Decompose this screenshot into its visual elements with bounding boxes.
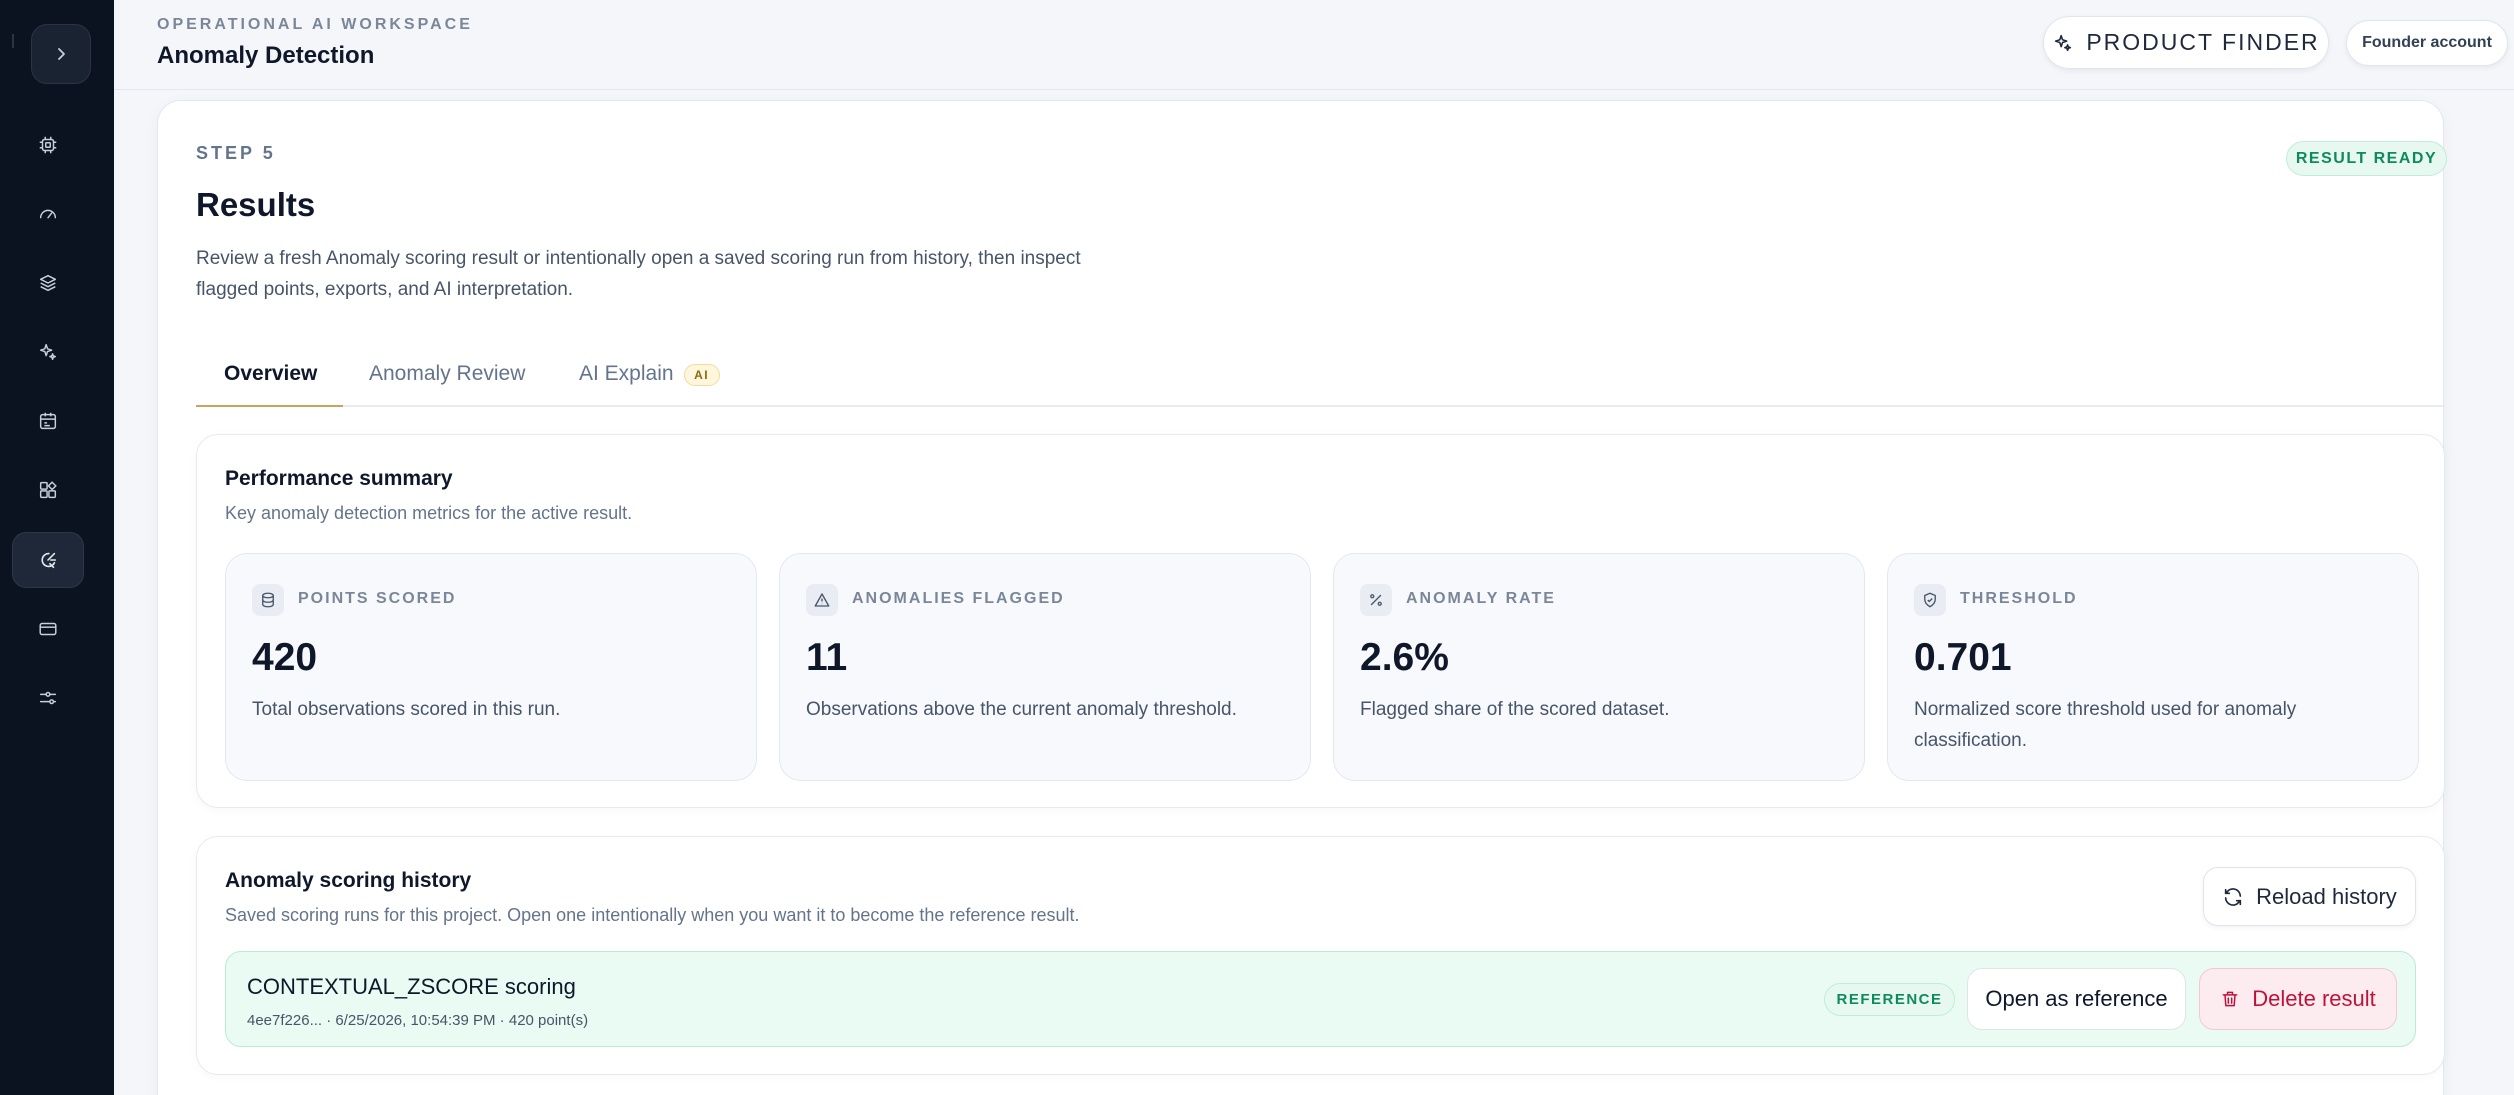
panel-title: Anomaly scoring history [225, 869, 472, 892]
sidebar-item-billing[interactable] [12, 601, 84, 657]
sidebar-item-cpu[interactable] [12, 117, 84, 173]
trash-icon [2222, 991, 2238, 1007]
metric-label: ANOMALY RATE [1406, 590, 1556, 607]
tab-ai-explain[interactable]: AI Explain AI [579, 347, 720, 407]
database-icon [262, 592, 274, 608]
tab-overview[interactable]: Overview [196, 347, 343, 407]
sidebar-item-anomaly-detection[interactable] [12, 532, 84, 588]
result-tabs: Overview Anomaly Review AI Explain AI [196, 347, 2445, 407]
panel-subtitle: Saved scoring runs for this project. Ope… [225, 905, 1080, 925]
tab-anomaly-review[interactable]: Anomaly Review [369, 347, 525, 407]
card-icon [39, 622, 57, 636]
delete-result-label: Delete result [2252, 986, 2376, 1011]
metric-card-threshold: THRESHOLD 0.701 Normalized score thresho… [1887, 553, 2419, 781]
widgets-icon [39, 481, 57, 499]
sidebar-expand-button[interactable] [31, 24, 91, 84]
reference-badge: REFERENCE [1824, 983, 1955, 1016]
metric-description: Flagged share of the scored dataset. [1360, 699, 1670, 720]
sparkles-icon [2055, 34, 2072, 51]
scoring-history-panel: Anomaly scoring history Saved scoring ru… [196, 836, 2445, 1075]
percent-icon [1370, 594, 1382, 606]
metric-card-points-scored: POINTS SCORED 420 Total observations sco… [225, 553, 757, 781]
history-row-meta: 4ee7f226... · 6/25/2026, 10:54:39 PM · 4… [247, 1012, 589, 1029]
metric-card-anomalies-flagged: ANOMALIES FLAGGED 11 Observations above … [779, 553, 1311, 781]
panel-title: Performance summary [225, 467, 453, 490]
metric-value: 0.701 [1914, 636, 2012, 679]
results-card: STEP 5 RESULT READY Results Review a fre… [157, 100, 2447, 1095]
sidebar-divider [12, 34, 14, 48]
section-description: Review a fresh Anomaly scoring result or… [196, 248, 1081, 300]
metric-label: POINTS SCORED [298, 590, 457, 607]
product-finder-button[interactable]: PRODUCT FINDER [2043, 16, 2329, 69]
metric-label: ANOMALIES FLAGGED [852, 590, 1065, 607]
metric-label: THRESHOLD [1960, 590, 2078, 607]
sidebar-item-widgets[interactable] [12, 462, 84, 518]
metric-card-anomaly-rate: ANOMALY RATE 2.6% Flagged share of the s… [1333, 553, 1865, 781]
metric-description: Observations above the current anomaly t… [806, 699, 1237, 720]
open-as-reference-button[interactable]: Open as reference [1967, 968, 2186, 1030]
refresh-icon [2225, 887, 2242, 906]
metric-description: Normalized score threshold used for anom… [1914, 699, 2297, 751]
page-title: Anomaly Detection [157, 42, 375, 69]
status-badge: RESULT READY [2286, 141, 2447, 176]
calendar-icon [39, 412, 57, 430]
tab-label: Overview [224, 362, 318, 385]
metric-value: 420 [252, 636, 318, 679]
panel-subtitle: Key anomaly detection metrics for the ac… [225, 503, 633, 523]
tab-label: Anomaly Review [369, 362, 526, 385]
step-label: STEP 5 [196, 143, 276, 163]
layers-icon [39, 274, 57, 292]
performance-summary-panel: Performance summary Key anomaly detectio… [196, 434, 2445, 808]
sparkles-icon [39, 343, 57, 361]
reload-history-button[interactable]: Reload history [2203, 867, 2416, 926]
tab-label: AI Explain [579, 362, 674, 385]
chevron-right-icon [58, 48, 65, 60]
product-finder-label: PRODUCT FINDER [2086, 29, 2320, 55]
gauge-icon [39, 209, 57, 219]
account-button[interactable]: Founder account [2346, 20, 2508, 66]
reload-history-label: Reload history [2256, 883, 2397, 909]
sidebar [0, 0, 114, 1095]
section-title: Results [196, 186, 316, 223]
shield-check-icon [1924, 592, 1936, 608]
workspace-eyebrow: OPERATIONAL AI WORKSPACE [157, 16, 473, 33]
history-row: CONTEXTUAL_ZSCORE scoring 4ee7f226... · … [225, 951, 2416, 1047]
warning-icon [814, 593, 830, 607]
sidebar-item-settings[interactable] [12, 670, 84, 726]
metric-value: 2.6% [1360, 636, 1449, 679]
sidebar-item-calendar[interactable] [12, 393, 84, 449]
cpu-icon [39, 136, 57, 154]
sidebar-item-gauge[interactable] [12, 186, 84, 242]
ai-badge: AI [683, 364, 720, 386]
metric-description: Total observations scored in this run. [252, 699, 561, 720]
sidebar-item-layers[interactable] [12, 255, 84, 311]
sidebar-item-sparkles[interactable] [12, 324, 84, 380]
history-row-title: CONTEXTUAL_ZSCORE scoring [247, 974, 576, 999]
top-header: OPERATIONAL AI WORKSPACE Anomaly Detecti… [114, 0, 2514, 90]
metric-value: 11 [806, 636, 848, 679]
anomaly-icon [41, 552, 57, 569]
sliders-icon [39, 691, 57, 705]
delete-result-button[interactable]: Delete result [2199, 968, 2397, 1030]
